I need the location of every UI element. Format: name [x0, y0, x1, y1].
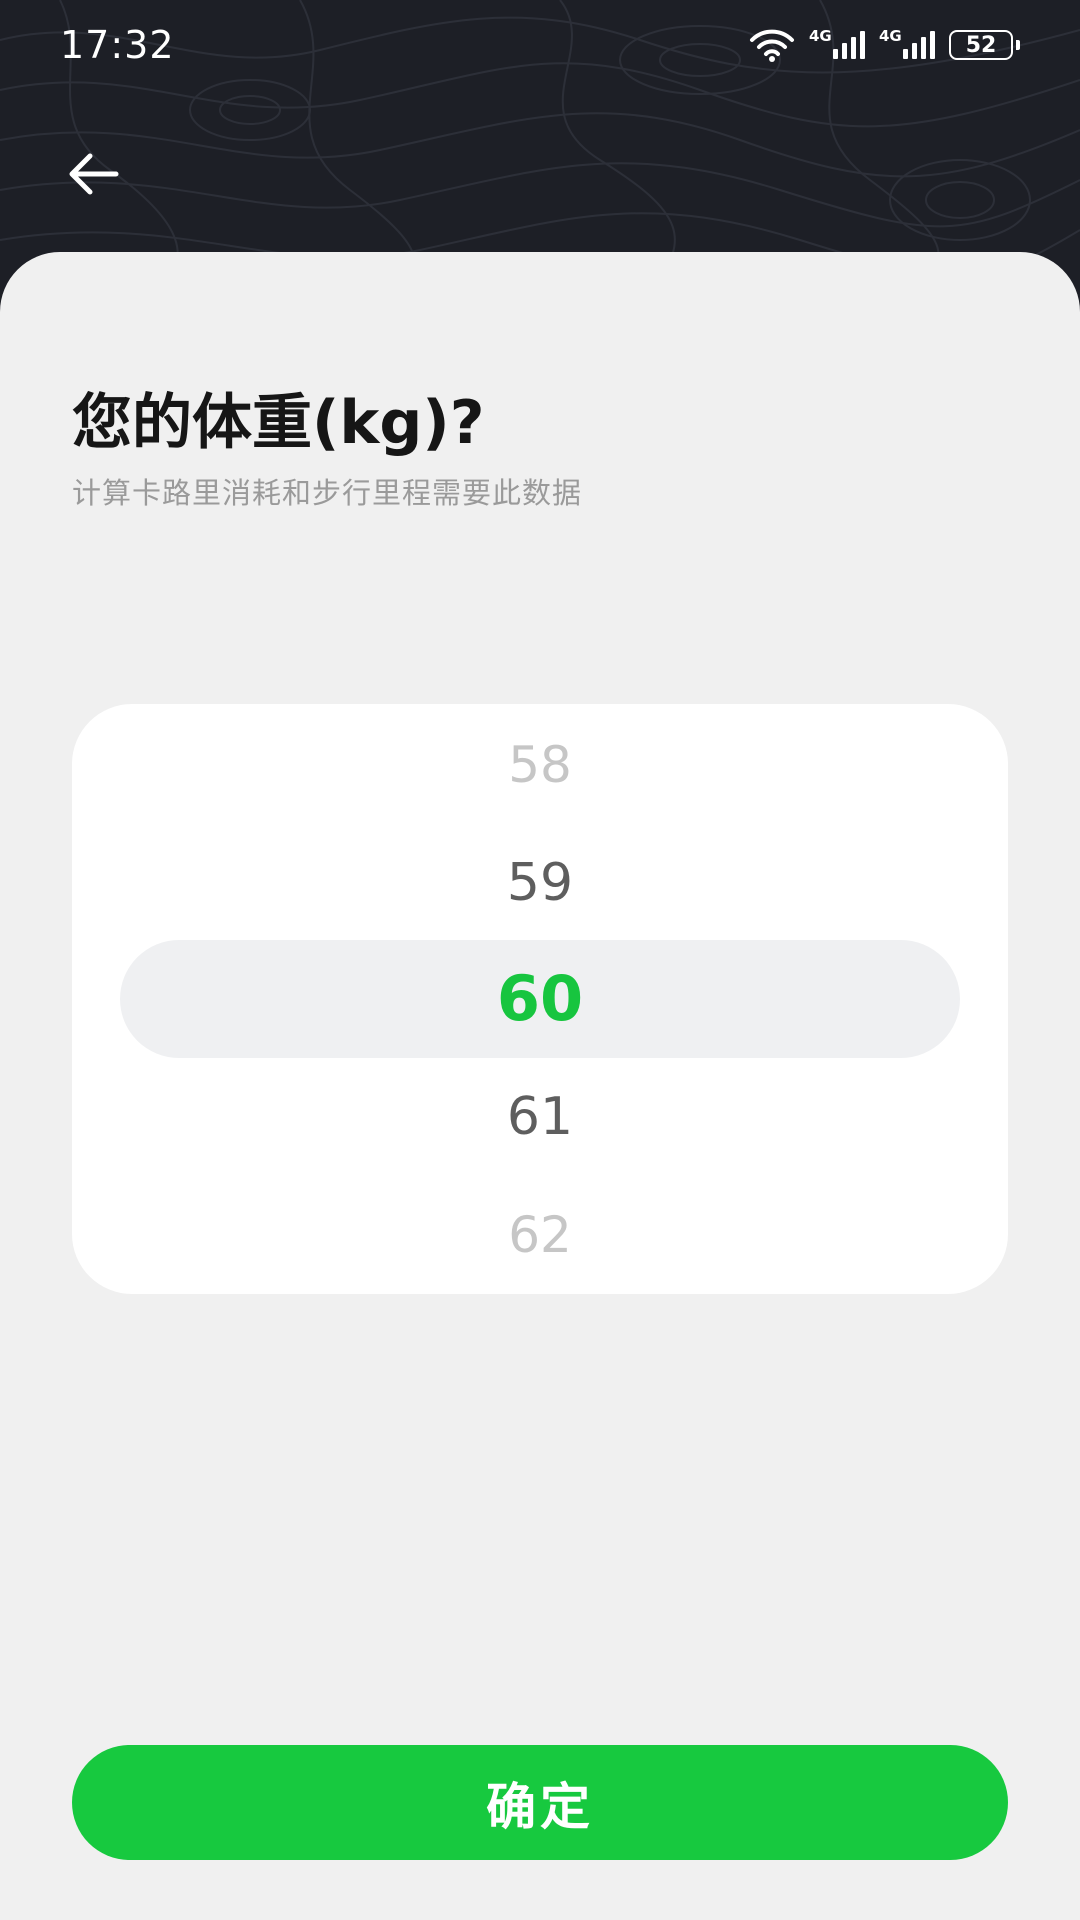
battery-icon: 52	[949, 30, 1020, 60]
network-type-2: 4G	[879, 27, 902, 45]
weight-setup-screen: 17:32 4G 4G 52 您的体重(kg)? 计算卡路里消耗和步行里程需要此…	[0, 0, 1080, 1920]
back-button[interactable]	[64, 148, 124, 200]
wifi-icon	[749, 28, 795, 62]
confirm-button[interactable]: 确定	[72, 1745, 1008, 1860]
content-sheet: 您的体重(kg)? 计算卡路里消耗和步行里程需要此数据 58 59 60 61 …	[0, 252, 1080, 1920]
status-icons: 4G 4G 52	[749, 27, 1020, 62]
picker-item[interactable]: 59	[72, 824, 1008, 942]
page-title: 您的体重(kg)?	[72, 388, 485, 458]
picker-item[interactable]: 62	[72, 1176, 1008, 1294]
battery-level: 52	[949, 30, 1013, 60]
network-type-1: 4G	[809, 27, 832, 45]
weight-picker[interactable]: 58 59 60 61 62	[72, 704, 1008, 1294]
picker-item-selected[interactable]: 60	[72, 940, 1008, 1058]
signal-icon-sim2: 4G	[879, 27, 935, 59]
picker-item[interactable]: 58	[72, 706, 1008, 824]
status-time: 17:32	[60, 23, 175, 67]
signal-icon-sim1: 4G	[809, 27, 865, 59]
picker-item[interactable]: 61	[72, 1058, 1008, 1176]
page-subtitle: 计算卡路里消耗和步行里程需要此数据	[72, 476, 583, 510]
status-bar: 17:32 4G 4G 52	[0, 0, 1080, 90]
arrow-left-icon	[69, 153, 119, 195]
